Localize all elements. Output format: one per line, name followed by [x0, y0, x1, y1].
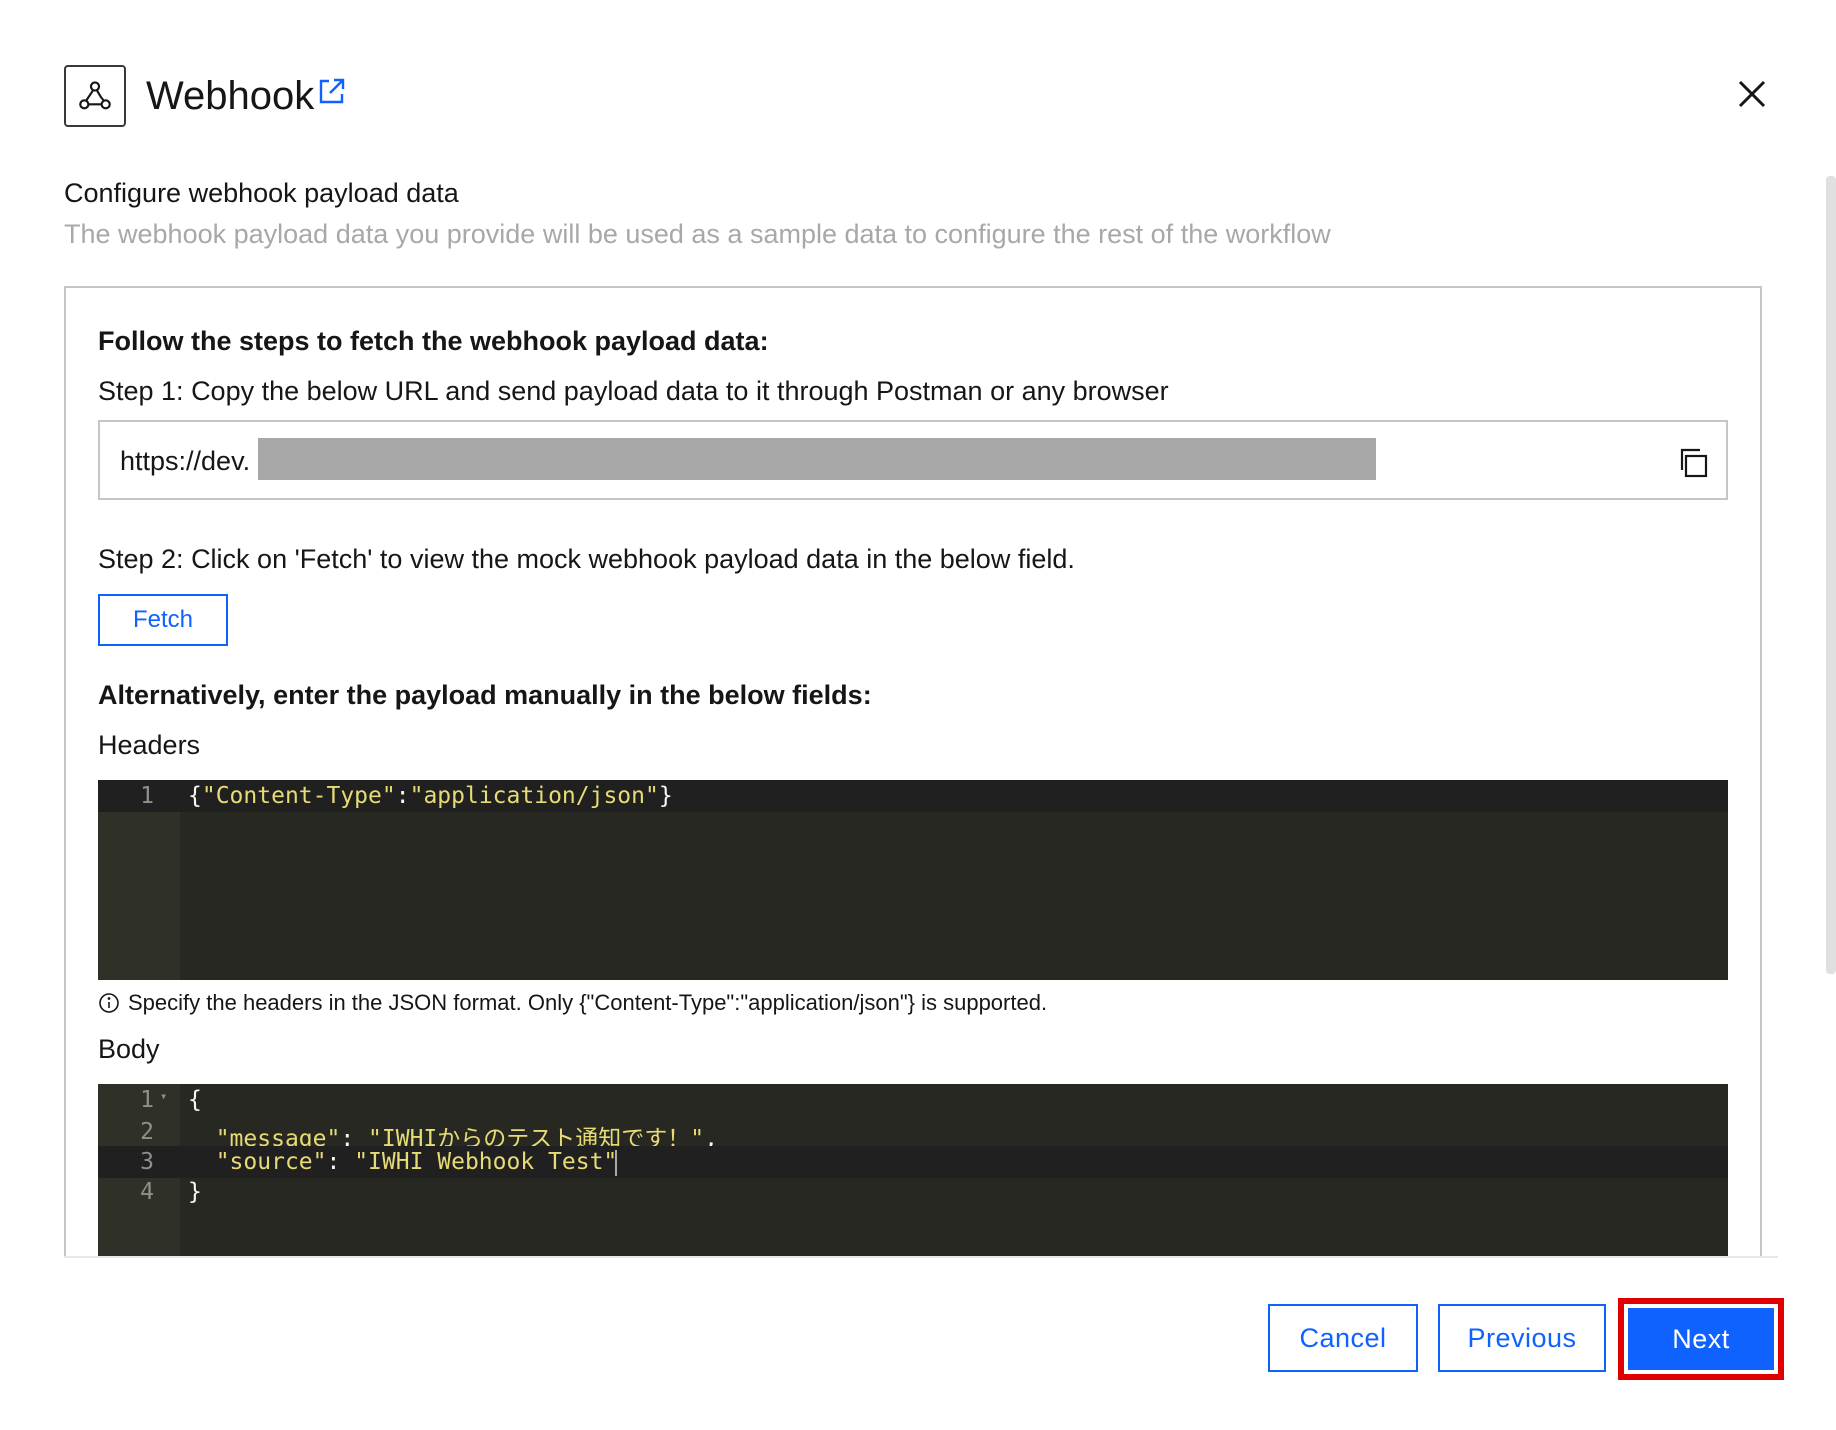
webhook-icon	[64, 65, 126, 127]
section-description: The webhook payload data you provide wil…	[64, 219, 1331, 249]
code-line[interactable]: 3 "source": "IWHI Webhook Test"	[98, 1146, 1728, 1178]
code-line[interactable]: 2 "message": "IWHIからのテスト通知です！",	[98, 1116, 1728, 1152]
previous-button[interactable]: Previous	[1438, 1304, 1606, 1372]
url-redaction	[258, 438, 1376, 480]
code-line[interactable]: 1 {"Content-Type":"application/json"}	[98, 780, 1728, 812]
helper-text: Specify the headers in the JSON format. …	[128, 990, 1048, 1015]
code-text: {"Content-Type":"application/json"}	[188, 783, 673, 809]
launch-icon[interactable]	[316, 75, 348, 112]
line-number: 1	[140, 1087, 154, 1113]
section-title: Configure webhook payload data	[64, 178, 459, 208]
footer-divider	[64, 1256, 1778, 1258]
headers-helper: Specify the headers in the JSON format. …	[98, 990, 1047, 1016]
fold-arrow-icon[interactable]: ▾	[160, 1089, 167, 1103]
code-string: "source"	[215, 1149, 327, 1175]
line-number: 4	[140, 1179, 154, 1205]
step2-text: Step 2: Click on 'Fetch' to view the moc…	[98, 544, 1075, 574]
code-punct: {	[188, 1087, 202, 1113]
code-string: "application/json"	[409, 783, 659, 809]
modal-title: Webhook	[146, 73, 315, 118]
code-line[interactable]: 4}	[98, 1176, 1728, 1208]
steps-title: Follow the steps to fetch the webhook pa…	[98, 326, 769, 356]
close-icon[interactable]	[1734, 76, 1770, 112]
cancel-button[interactable]: Cancel	[1268, 1304, 1418, 1372]
body-editor[interactable]: 1 ▾ {2 "message": "IWHIからのテスト通知です！", 3 "sou…	[98, 1084, 1728, 1256]
code-punct: {	[188, 783, 202, 809]
code-text: }	[188, 1179, 202, 1205]
next-button[interactable]: Next	[1628, 1308, 1774, 1370]
code-string: "Content-Type"	[201, 783, 396, 809]
code-text: "source": "IWHI Webhook Test"	[188, 1149, 618, 1176]
line-number: 2	[140, 1119, 154, 1145]
code-punct: }	[658, 783, 673, 809]
scrollbar[interactable]	[1826, 176, 1836, 974]
text-cursor	[615, 1149, 618, 1176]
body-label: Body	[98, 1034, 160, 1064]
code-punct: :	[395, 783, 410, 809]
code-line[interactable]: 1 ▾ {	[98, 1084, 1728, 1116]
line-number: 3	[140, 1149, 154, 1175]
fetch-button[interactable]: Fetch	[98, 594, 228, 646]
payload-panel: Follow the steps to fetch the webhook pa…	[64, 286, 1762, 1256]
code-punct: :	[326, 1149, 355, 1175]
copy-icon[interactable]	[1678, 448, 1708, 478]
alternative-title: Alternatively, enter the payload manuall…	[98, 680, 872, 710]
code-text: {	[188, 1087, 202, 1113]
info-icon	[99, 993, 119, 1013]
webhook-url-field[interactable]: https://dev.	[98, 420, 1728, 500]
line-number: 1	[140, 783, 154, 809]
code-punct: }	[188, 1179, 202, 1205]
step1-text: Step 1: Copy the below URL and send payl…	[98, 376, 1169, 406]
code-string: "IWHI Webhook Test"	[354, 1149, 618, 1175]
webhook-url-text: https://dev.	[120, 446, 251, 476]
modal-header: Webhook	[64, 64, 348, 128]
headers-editor[interactable]: 1 {"Content-Type":"application/json"}	[98, 780, 1728, 980]
headers-label: Headers	[98, 730, 201, 760]
code-punct	[188, 1149, 216, 1175]
